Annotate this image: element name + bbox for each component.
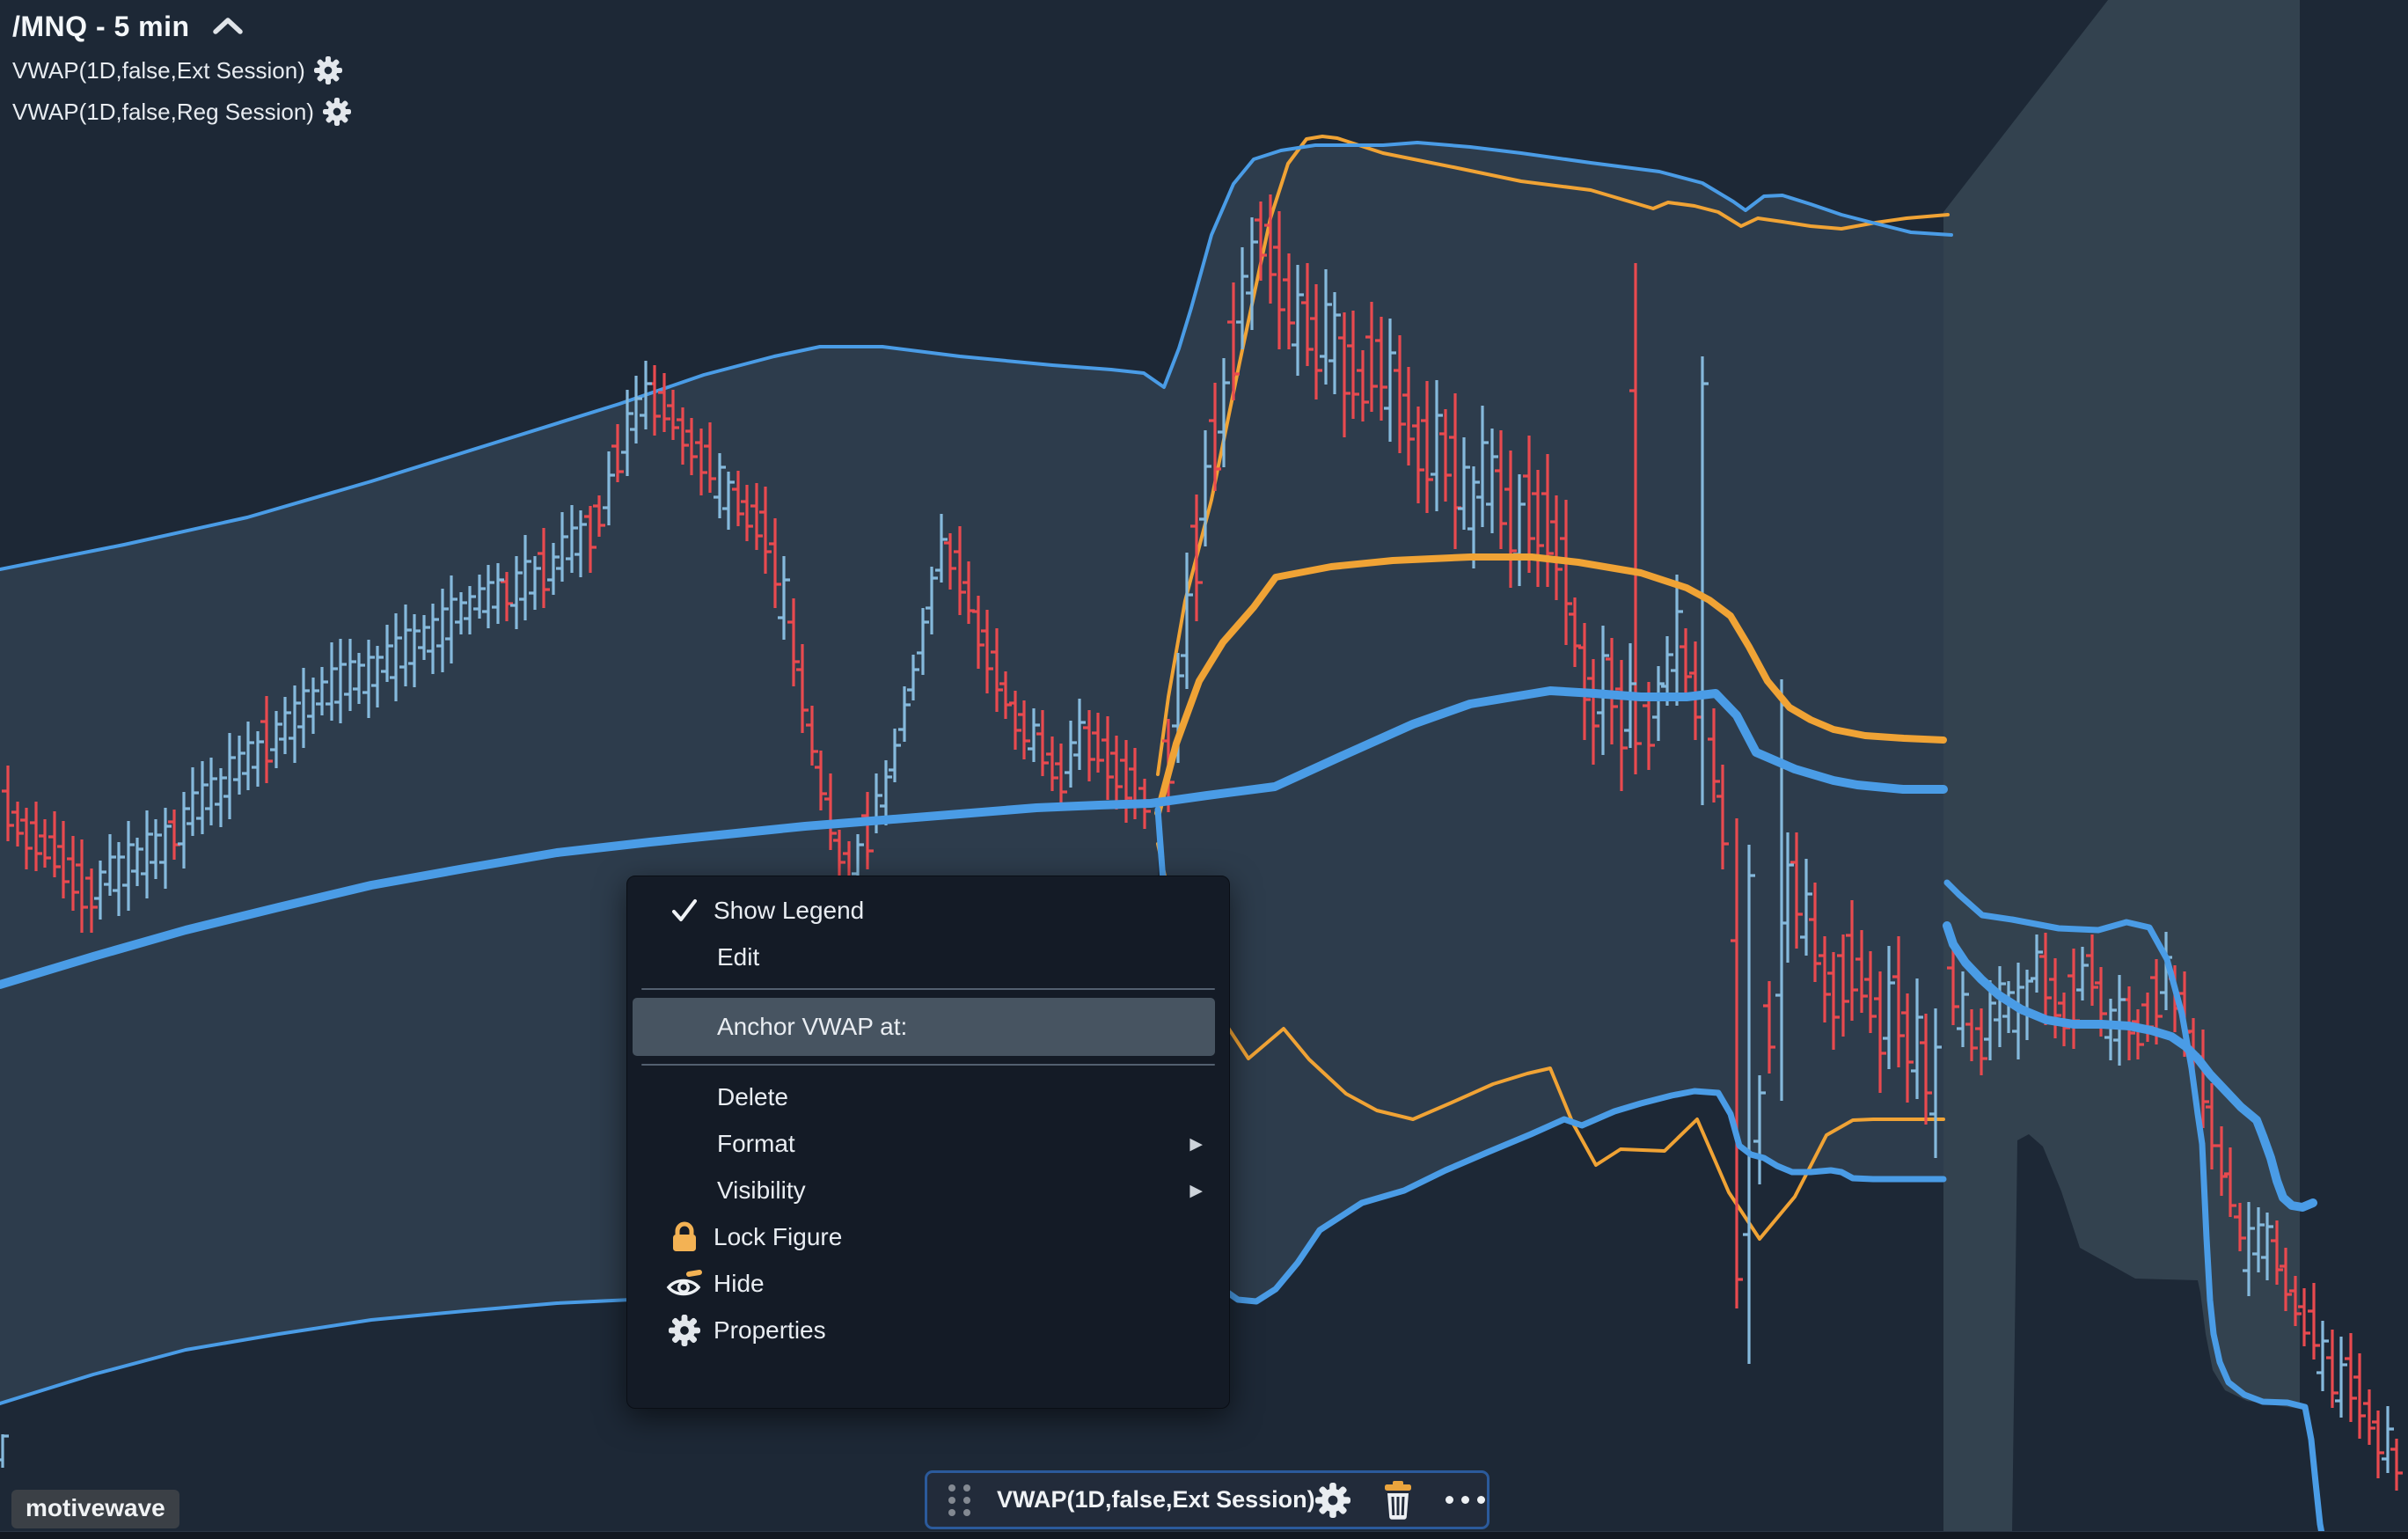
gear-icon[interactable]	[323, 98, 351, 126]
delete-trash-button[interactable]	[1380, 1481, 1416, 1520]
vwap-band-fill-right	[1943, 0, 2300, 1533]
toolbar-indicator-label: VWAP(1D,false,Ext Session)	[997, 1486, 1315, 1513]
menu-item-lock-figure[interactable]: Lock Figure	[627, 1213, 1229, 1260]
check-icon	[659, 896, 710, 926]
menu-item-format[interactable]: Format ▶	[627, 1120, 1229, 1167]
menu-item-visibility[interactable]: Visibility ▶	[627, 1167, 1229, 1213]
chart-legend: /MNQ - 5 min VWAP(1D,false,Ext Session) V…	[12, 7, 351, 128]
settings-gear-button[interactable]	[1315, 1483, 1350, 1518]
menu-divider	[641, 1064, 1215, 1066]
menu-item-label: Anchor VWAP at:	[636, 1013, 907, 1041]
drag-handle-icon[interactable]	[948, 1484, 970, 1516]
legend-indicator-row: VWAP(1D,false,Ext Session)	[12, 54, 351, 87]
legend-indicator-label: VWAP(1D,false,Ext Session)	[12, 57, 305, 84]
lock-icon	[659, 1220, 710, 1255]
menu-item-properties[interactable]: Properties	[627, 1307, 1229, 1353]
menu-item-label: Properties	[714, 1316, 826, 1345]
menu-item-edit[interactable]: Edit	[627, 934, 1229, 980]
chevron-up-icon[interactable]	[213, 18, 243, 35]
legend-indicator-row: VWAP(1D,false,Reg Session)	[12, 95, 351, 128]
gear-icon[interactable]	[314, 56, 342, 84]
context-menu: Show Legend Edit Anchor VWAP at: Delete Form…	[626, 876, 1230, 1409]
eye-icon	[659, 1266, 710, 1301]
submenu-arrow-icon: ▶	[1189, 1134, 1203, 1154]
more-options-button[interactable]	[1446, 1496, 1485, 1504]
menu-item-label: Show Legend	[714, 897, 864, 925]
motivewave-chart-window: { "app": { "watermark": "motivewave" }, …	[0, 0, 2408, 1538]
menu-item-label: Format	[717, 1130, 795, 1158]
menu-item-label: Lock Figure	[714, 1223, 842, 1251]
menu-item-label: Hide	[714, 1270, 765, 1298]
symbol-title: /MNQ - 5 min	[12, 11, 190, 43]
vwap-floating-toolbar: VWAP(1D,false,Ext Session)	[925, 1470, 1489, 1529]
menu-item-label: Delete	[717, 1083, 788, 1111]
gear-icon	[659, 1315, 710, 1346]
menu-item-delete[interactable]: Delete	[627, 1074, 1229, 1120]
menu-item-label: Edit	[717, 943, 759, 971]
menu-item-hide[interactable]: Hide	[627, 1260, 1229, 1307]
submenu-arrow-icon: ▶	[1189, 1181, 1203, 1200]
legend-indicator-label: VWAP(1D,false,Reg Session)	[12, 99, 314, 126]
motivewave-watermark: motivewave	[11, 1490, 179, 1528]
menu-divider	[641, 988, 1215, 990]
menu-item-anchor-vwap-at[interactable]: Anchor VWAP at:	[633, 998, 1215, 1056]
menu-item-show-legend[interactable]: Show Legend	[627, 887, 1229, 934]
menu-item-label: Visibility	[717, 1176, 806, 1205]
